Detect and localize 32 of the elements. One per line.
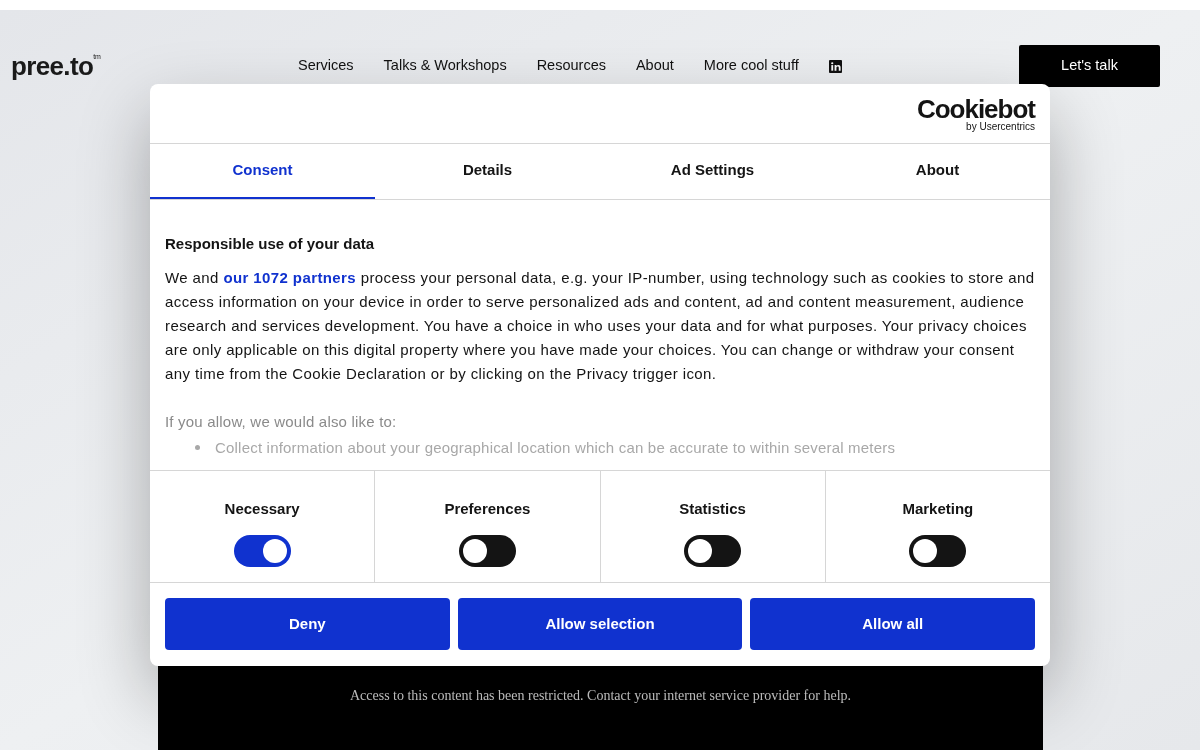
dialog-tab[interactable]: Consent: [150, 144, 375, 199]
nav-link[interactable]: More cool stuff: [703, 55, 799, 77]
toggle-label: Statistics: [679, 499, 746, 519]
cookiebot-logo: Cookiebot: [916, 95, 1035, 122]
linkedin-icon[interactable]: [828, 59, 842, 73]
usercentrics-byline: by Usercentrics: [966, 121, 1035, 132]
toggle-label: Preferences: [444, 499, 531, 519]
toggle-switch[interactable]: [684, 534, 742, 567]
nav-link[interactable]: About: [635, 55, 674, 77]
dialog-tab[interactable]: About: [825, 144, 1050, 199]
nav-link[interactable]: Talks & Workshops: [383, 55, 507, 77]
dialog-tab[interactable]: Details: [375, 144, 600, 199]
dialog-heading: Responsible use of your data: [165, 234, 376, 254]
consent-button[interactable]: Deny: [165, 598, 450, 650]
toggle-label: Necessary: [224, 499, 300, 519]
nav-link[interactable]: Resources: [536, 55, 606, 77]
nav-link[interactable]: Services: [298, 55, 354, 77]
purpose-text: Collect information about your geographical location which can be accurate to within several meters: [215, 437, 896, 458]
lets-talk-button[interactable]: Let's talk: [1019, 45, 1160, 87]
blocked-message: Access to this content has been restricted. Contact your internet service provider for help.: [349, 687, 852, 705]
also-like-text: If you allow, we would also like to:: [165, 411, 398, 432]
bullet-icon: [195, 445, 200, 451]
consent-button[interactable]: Allow selection: [457, 598, 743, 650]
toggle-switch[interactable]: [233, 534, 291, 567]
consent-button[interactable]: Allow all: [750, 598, 1035, 650]
partners-link[interactable]: our 1072 partners: [223, 268, 357, 286]
toggle-switch[interactable]: [458, 534, 516, 567]
toggle-switch[interactable]: [909, 534, 967, 567]
dialog-tab[interactable]: Ad Settings: [600, 144, 825, 199]
consent-paragraph: We and our 1072 partners process your personal data, e.g. your IP-number, using technology such as cookies to store and access information on your device in order to serve personalized ads and content, ad and content measurement, audience research and services development. You have a choice in who uses your data and for what purposes. Your privacy choices are only applicable on this digital property where you have made your choices. You can change or withdraw your consent any time from the Cookie Declaration or by clicking on the Privacy trigger icon.: [165, 267, 1035, 384]
site-logo[interactable]: pree.to: [11, 53, 94, 79]
toggle-label: Marketing: [902, 499, 974, 519]
